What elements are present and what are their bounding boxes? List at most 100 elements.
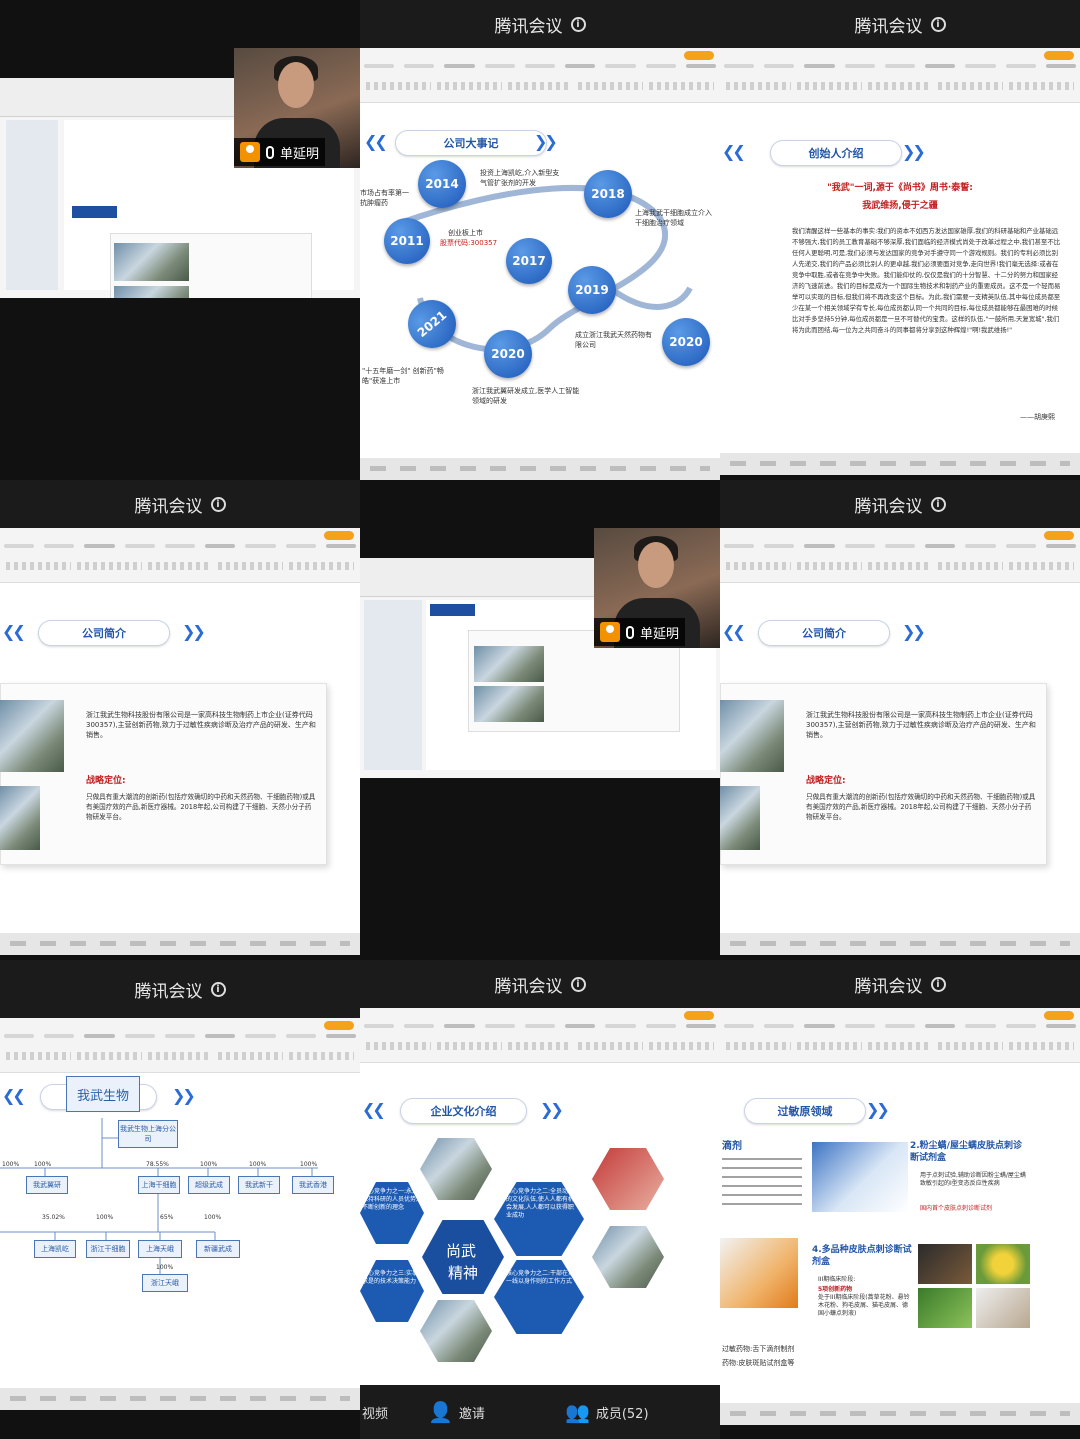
meeting-header: 腾讯会议 i — [720, 0, 1080, 48]
wps-ribbon — [720, 48, 1080, 103]
right-chevron-icon: ❯❯ — [902, 142, 926, 161]
video-button[interactable]: 视频 — [362, 1403, 388, 1422]
shared-slide: 过敏原领域 ❯❯ 滴剂 2.粉尘螨/屋尘螨皮肤点刺诊断试剂盒 用于点刺试验,辅助… — [720, 1008, 1080, 1403]
culture-center-line1: 尚武 — [446, 1242, 477, 1260]
year-bubble-2017: 2017 — [506, 238, 552, 284]
org-pct-l2-0: 35.02% — [42, 1214, 65, 1221]
info-icon[interactable]: i — [210, 981, 226, 997]
members-label: 成员(52) — [595, 1406, 649, 1422]
intro-paragraph: 浙江我武生物科技股份有限公司是一家高科技生物制药上市企业(证券代码300357)… — [86, 711, 316, 739]
shared-slide: ❮❮ 公司大事记 ❯❯ 2014 2018 2011 2017 2019 202… — [360, 48, 720, 458]
org-pct-l2-3: 100% — [204, 1214, 222, 1221]
right-chevron-icon: ❯❯ — [540, 1100, 564, 1119]
culture-item-3: 核心竞争力之三:实事求是的技术决策能力 — [362, 1270, 419, 1285]
left-chevron-icon: ❮❮ — [722, 142, 746, 161]
meeting-title: 腾讯会议 — [854, 976, 923, 997]
meeting-title: 腾讯会议 — [494, 16, 563, 37]
slide-status-bar — [720, 453, 1080, 475]
slide-status-bar — [720, 933, 1080, 955]
allergen-photo-dog — [976, 1288, 1030, 1328]
slide-status-bar — [0, 1388, 360, 1410]
milestone-note-2020: 浙江我武翼研发成立,医学人工智能领域的研发 — [472, 387, 580, 405]
org-l2-2: 上海天峨 — [138, 1240, 182, 1258]
video-tile-2: 单延明 — [360, 480, 720, 960]
shared-slide: ❮❮ 公司简介 ❯❯ 浙江我武生物科技股份有限公司是一家高科技生物制药上市企业(… — [0, 528, 360, 933]
product-box-photo — [812, 1142, 908, 1212]
meeting-header: 腾讯会议 i — [720, 480, 1080, 528]
culture-photo-2 — [592, 1148, 664, 1210]
strategy-paragraph: 只做具有重大潮流的创新药(包括疗效确切的中药和天然药物、干细胞药物)或具有美国疗… — [86, 793, 316, 821]
culture-item-4: 核心竞争力之二:干部在第一线以身作则的工作方式 — [506, 1270, 575, 1285]
company-campus-photo — [0, 786, 40, 850]
info-icon[interactable]: i — [570, 16, 586, 32]
left-chevron-icon: ❮❮ — [2, 622, 26, 641]
allergen-item2-title: 2.粉尘螨/屋尘螨皮肤点刺诊断试剂盒 — [910, 1141, 1022, 1163]
org-l1-4: 我武香港 — [292, 1176, 334, 1194]
shared-slide: ❮❮ 企业文化介绍 ❯❯ 尚武 精神 核心竞争力之一:永远保持科研的人员优势,不… — [360, 1008, 720, 1385]
info-icon[interactable]: i — [930, 16, 946, 32]
culture-photo-4 — [420, 1300, 492, 1362]
allergen-item2-desc: 用于点刺试验,辅助诊断因粉尘螨/屋尘螨致敏引起的I型变态反应性疾病 — [920, 1172, 1026, 1187]
meeting-tile-intro-2: 腾讯会议 i ❮❮ 公司简介 ❯❯ 浙江我武生物科技股份有限公司是一家高科技生物… — [720, 480, 1080, 960]
right-chevron-icon: ❯❯ — [866, 1100, 890, 1119]
meeting-title: 腾讯会议 — [854, 16, 923, 37]
milestone-note-stock: 股票代码:300357 — [440, 239, 498, 247]
info-icon[interactable]: i — [930, 976, 946, 992]
presenter-name-tag: 单延明 — [594, 618, 686, 646]
milestone-note-2018: 上海我武干细胞成立介入干细胞治疗领域 — [635, 209, 712, 227]
org-pct-l2-2: 65% — [160, 1214, 174, 1221]
allergen-item4-title: 4.多品种皮肤点刺诊断试剂盒 — [812, 1245, 912, 1267]
right-chevron-icon: ❯❯ — [182, 622, 206, 641]
slide-title: 创始人介绍 — [770, 140, 902, 166]
org-l1-0: 我武翼研 — [26, 1176, 68, 1194]
intro-paragraph: 浙江我武生物科技股份有限公司是一家高科技生物制药上市企业(证券代码300357)… — [806, 711, 1036, 739]
year-bubble-2019: 2019 — [568, 266, 616, 314]
info-icon[interactable]: i — [930, 496, 946, 512]
allergen-item4-tail: 处于III期临床阶段(蒿草花粉、悬铃木花粉、狗毛皮屑、猫毛皮屑、德国小蠊点刺液) — [818, 1294, 910, 1317]
slide-status-bar — [0, 933, 360, 955]
presenter-name: 单延明 — [280, 146, 320, 162]
founder-signature: ——胡庚熙 — [1020, 413, 1055, 421]
org-lines — [0, 1118, 318, 1280]
org-pct-l1-2: 78.55% — [146, 1161, 169, 1168]
culture-photo-1 — [420, 1138, 492, 1200]
allergen-item4-desc: III期临床阶段: — [818, 1276, 856, 1283]
shared-slide: ❮❮ 公司简介 ❯❯ 浙江我武生物科技股份有限公司是一家高科技生物制药上市企业(… — [720, 528, 1080, 933]
invite-button[interactable]: 👤 邀请 — [428, 1400, 485, 1424]
founder-body: 我们清醒这样一些基本的事实:我们的资本不如西方发达国家雄厚,我们的科研基础和产业… — [792, 227, 1061, 334]
info-icon[interactable]: i — [210, 496, 226, 512]
org-root: 我武生物 — [66, 1076, 140, 1112]
org-pct-l1-5: 100% — [300, 1161, 318, 1168]
meeting-tile-founder: 腾讯会议 i ❮❮ 创始人介绍 ❯❯ "我武"一词,源于《尚书》周书·泰誓: 我… — [720, 0, 1080, 480]
year-bubble-2014: 2014 — [418, 160, 466, 208]
info-icon[interactable]: i — [570, 976, 586, 992]
meeting-title: 腾讯会议 — [854, 496, 923, 517]
allergen-left-line1: 过敏药物:舌下滴剂制剂 — [722, 1345, 795, 1353]
org-branch: 我武生物上海分公司 — [118, 1120, 178, 1148]
meeting-tile-allergen: 腾讯会议 i 过敏原领域 ❯❯ 滴剂 2.粉尘螨/屋尘螨皮肤点刺诊断试剂盒 用于… — [720, 960, 1080, 1439]
meeting-tile-milestones: 腾讯会议 i ❮❮ 公司大事记 ❯❯ 2014 2018 2011 2017 2… — [360, 0, 720, 480]
meeting-toolbar: 视频 👤 邀请 👥 成员(52) — [360, 1385, 720, 1439]
meeting-tile-culture: 腾讯会议 i ❮❮ 企业文化介绍 ❯❯ 尚武 精神 核心竞争力之一:永远保持科研… — [360, 960, 720, 1439]
slide-status-bar — [720, 1403, 1080, 1425]
allergen-photo-flower — [976, 1244, 1030, 1284]
year-bubble-2011: 2011 — [384, 218, 430, 264]
allergen-left-heading: 滴剂 — [722, 1141, 742, 1152]
org-pct-l1-0: 100% — [2, 1161, 20, 1168]
year-bubble-2018: 2018 — [584, 170, 632, 218]
slide-title: 企业文化介绍 — [400, 1098, 527, 1124]
allergen-item2-highlight: 国内首个皮肤点刺诊断试剂 — [920, 1205, 993, 1212]
org-pct-l3: 100% — [156, 1264, 174, 1271]
year-bubble-2020a: 2020 — [484, 330, 532, 378]
user-avatar-icon — [600, 622, 620, 642]
allergen-photo-plant — [918, 1288, 972, 1328]
milestone-note-2011: 市场占有率第一抗肿瘤药 — [360, 189, 409, 207]
org-l1-1: 上海干细胞 — [138, 1176, 180, 1194]
slide-title: 公司简介 — [38, 620, 170, 646]
invite-label: 邀请 — [458, 1406, 485, 1422]
allergen-photo-insect — [918, 1244, 972, 1284]
strategy-label: 战略定位: — [806, 776, 846, 786]
slide-status-bar — [360, 458, 720, 480]
org-l1-2: 超级武成 — [188, 1176, 230, 1194]
members-button[interactable]: 👥 成员(52) — [565, 1400, 649, 1424]
